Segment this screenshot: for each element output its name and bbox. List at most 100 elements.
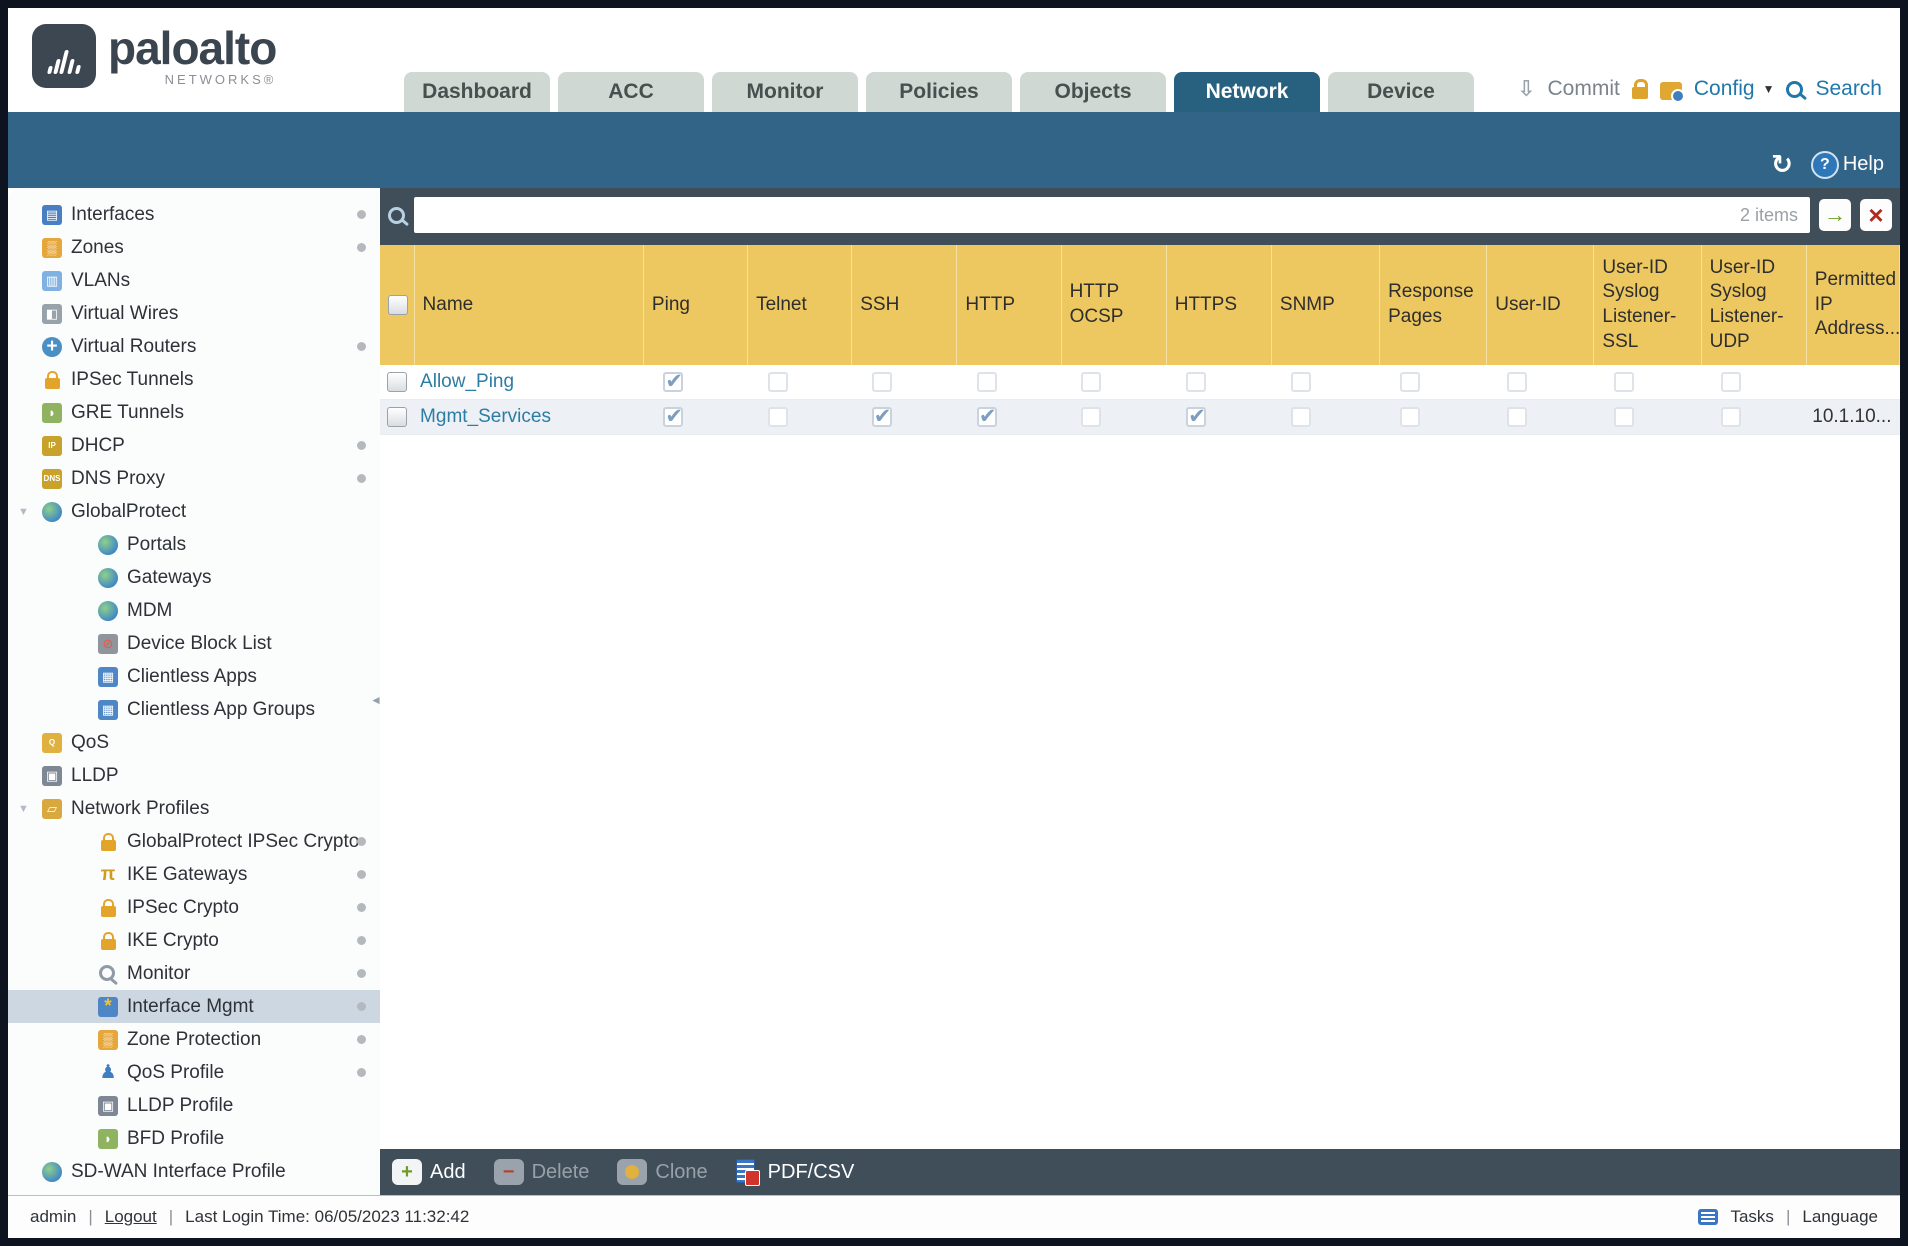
commit-button[interactable]: Commit	[1548, 77, 1620, 101]
pdf-csv-label: PDF/CSV	[767, 1160, 855, 1183]
header-cell-snmp[interactable]: SNMP	[1271, 245, 1381, 365]
mdm-icon	[98, 600, 118, 621]
profile-name-link[interactable]: Allow_Ping	[420, 371, 514, 392]
header-cell-permitted-ip-address[interactable]: Permitted IP Address...	[1806, 245, 1900, 365]
sidebar-item-network-profiles[interactable]: ▼ ▱ Network Profiles	[8, 792, 380, 825]
sidebar-item-globalprotect-ipsec-crypto[interactable]: GlobalProtect IPSec Crypto	[8, 825, 380, 858]
clone-button[interactable]: Clone	[617, 1159, 708, 1185]
sidebar-item-label: BFD Profile	[127, 1127, 225, 1149]
refresh-icon[interactable]: ↻	[1771, 149, 1793, 180]
content-area: ◄ ▤ Interfaces ▒ Zones ▥ VLANs ◧ Virtual Wires +…	[8, 188, 1900, 1195]
red-x-icon: ×	[1868, 200, 1884, 230]
tasks-button[interactable]: Tasks	[1730, 1207, 1773, 1227]
header-cell-https[interactable]: HTTPS	[1166, 245, 1272, 365]
header-cell-ping[interactable]: Ping	[643, 245, 749, 365]
sidebar-item-device-block-list[interactable]: ⊘ Device Block List	[8, 627, 380, 660]
tab-objects[interactable]: Objects	[1020, 72, 1166, 112]
sidebar-collapse-icon[interactable]: ◄	[370, 693, 382, 707]
sidebar-item-ike-crypto[interactable]: IKE Crypto	[8, 924, 380, 957]
header-cell-response-pages[interactable]: Response Pages	[1379, 245, 1488, 365]
profile-name-link[interactable]: Mgmt_Services	[420, 406, 551, 427]
header-cell-http[interactable]: HTTP	[956, 245, 1062, 365]
clear-filter-button[interactable]: ×	[1860, 199, 1892, 231]
minus-icon: −	[493, 1159, 524, 1185]
sidebar-item-zone-protection[interactable]: ▒ Zone Protection	[8, 1023, 380, 1056]
sidebar-item-label: Clientless Apps	[127, 665, 257, 687]
config-button[interactable]: Config	[1694, 77, 1755, 101]
sidebar-item-interfaces[interactable]: ▤ Interfaces	[8, 198, 380, 231]
row-select-checkbox[interactable]	[387, 371, 408, 392]
help-button[interactable]: ? Help	[1810, 150, 1884, 179]
add-button[interactable]: + Add	[392, 1159, 466, 1185]
dns-proxy-icon: DNS	[42, 468, 62, 489]
header-cell-user-id-syslog-listener-udp[interactable]: User-ID Syslog Listener-UDP	[1701, 245, 1807, 365]
sidebar-item-mdm[interactable]: MDM	[8, 594, 380, 627]
pin-dot-icon	[357, 1002, 366, 1011]
cell-snmp	[1271, 365, 1380, 400]
sidebar-item-dhcp[interactable]: IP DHCP	[8, 429, 380, 462]
sidebar-item-virtual-routers[interactable]: + Virtual Routers	[8, 330, 380, 363]
sidebar-item-gre-tunnels[interactable]: ◗ GRE Tunnels	[8, 396, 380, 429]
sidebar-item-virtual-wires[interactable]: ◧ Virtual Wires	[8, 297, 380, 330]
sidebar-item-lldp-profile[interactable]: ▣ LLDP Profile	[8, 1089, 380, 1122]
checked-checkbox-https	[1186, 404, 1207, 428]
logout-link[interactable]: Logout	[105, 1207, 157, 1227]
cell-user-id	[1486, 365, 1594, 400]
search-button[interactable]: Search	[1815, 77, 1882, 101]
config-caret-icon[interactable]: ▼	[1763, 82, 1775, 96]
header-cell-name[interactable]: Name	[414, 245, 644, 365]
sidebar-item-lldp[interactable]: ▣ LLDP	[8, 759, 380, 792]
sidebar-item-portals[interactable]: Portals	[8, 528, 380, 561]
header-cell-ssh[interactable]: SSH	[851, 245, 958, 365]
expander-triangle-icon[interactable]: ▼	[18, 803, 29, 815]
cell-user-id-syslog-listener-ssl	[1593, 399, 1702, 435]
cell-response-pages	[1379, 399, 1487, 435]
apply-filter-button[interactable]: →	[1819, 199, 1851, 231]
sidebar-item-ike-gateways[interactable]: π IKE Gateways	[8, 858, 380, 891]
sidebar-item-qos-profile[interactable]: ♟ QoS Profile	[8, 1056, 380, 1089]
header-cell-http-ocsp[interactable]: HTTP OCSP	[1061, 245, 1167, 365]
tab-dashboard[interactable]: Dashboard	[404, 72, 550, 112]
tab-network[interactable]: Network	[1174, 72, 1320, 112]
expander-triangle-icon[interactable]: ▼	[18, 506, 29, 518]
select-all-checkbox[interactable]	[388, 294, 408, 315]
pin-dot-icon	[357, 969, 366, 978]
language-button[interactable]: Language	[1802, 1207, 1878, 1227]
app-window: paloalto NETWORKS® Dashboard ACC Monitor Po…	[8, 8, 1900, 1238]
tab-device[interactable]: Device	[1328, 72, 1474, 112]
sidebar-item-interface-mgmt[interactable]: * Interface Mgmt	[8, 990, 380, 1023]
brand-text: paloalto NETWORKS®	[108, 25, 277, 87]
sidebar-item-monitor[interactable]: Monitor	[8, 957, 380, 990]
sidebar-item-zones[interactable]: ▒ Zones	[8, 231, 380, 264]
green-arrow-icon: →	[1824, 202, 1846, 227]
sidebar-item-dns-proxy[interactable]: DNS DNS Proxy	[8, 462, 380, 495]
delete-button[interactable]: − Delete	[493, 1159, 589, 1185]
sidebar-item-ipsec-tunnels[interactable]: IPSec Tunnels	[8, 363, 380, 396]
sidebar-item-clientless-app-groups[interactable]: ▦ Clientless App Groups	[8, 693, 380, 726]
sidebar-item-bfd-profile[interactable]: ◗ BFD Profile	[8, 1122, 380, 1155]
row-select-checkbox[interactable]	[387, 406, 408, 427]
sidebar-item-globalprotect[interactable]: ▼ GlobalProtect	[8, 495, 380, 528]
cell-permitted-ip: 10.1.10...	[1806, 399, 1900, 435]
sidebar-item-ipsec-crypto[interactable]: IPSec Crypto	[8, 891, 380, 924]
lock-icon[interactable]	[1631, 78, 1648, 99]
pdf-csv-button[interactable]: PDF/CSV	[735, 1158, 855, 1186]
cell-user-id	[1486, 399, 1594, 435]
sidebar-item-label: Device Block List	[127, 632, 272, 654]
sidebar-item-vlans[interactable]: ▥ VLANs	[8, 264, 380, 297]
tab-monitor[interactable]: Monitor	[712, 72, 858, 112]
header-cell-user-id-syslog-listener-ssl[interactable]: User-ID Syslog Listener-SSL	[1593, 245, 1702, 365]
cell-http	[956, 399, 1062, 435]
sidebar-item-clientless-apps[interactable]: ▦ Clientless Apps	[8, 660, 380, 693]
header-cell-user-id[interactable]: User-ID	[1486, 245, 1595, 365]
tab-acc[interactable]: ACC	[558, 72, 704, 112]
pdf-csv-icon	[735, 1158, 760, 1186]
header-cell-telnet[interactable]: Telnet	[747, 245, 853, 365]
sidebar-item-sd-wan-interface-profile[interactable]: SD-WAN Interface Profile	[8, 1155, 380, 1188]
tab-policies[interactable]: Policies	[866, 72, 1012, 112]
filter-input[interactable]	[414, 197, 1810, 233]
sidebar-item-qos[interactable]: Q QoS	[8, 726, 380, 759]
main-panel: 2 items → × Name Ping Telnet SSH HTTP HTTP OC…	[380, 188, 1900, 1195]
sidebar-item-gateways[interactable]: Gateways	[8, 561, 380, 594]
logged-in-user: admin	[30, 1207, 77, 1226]
